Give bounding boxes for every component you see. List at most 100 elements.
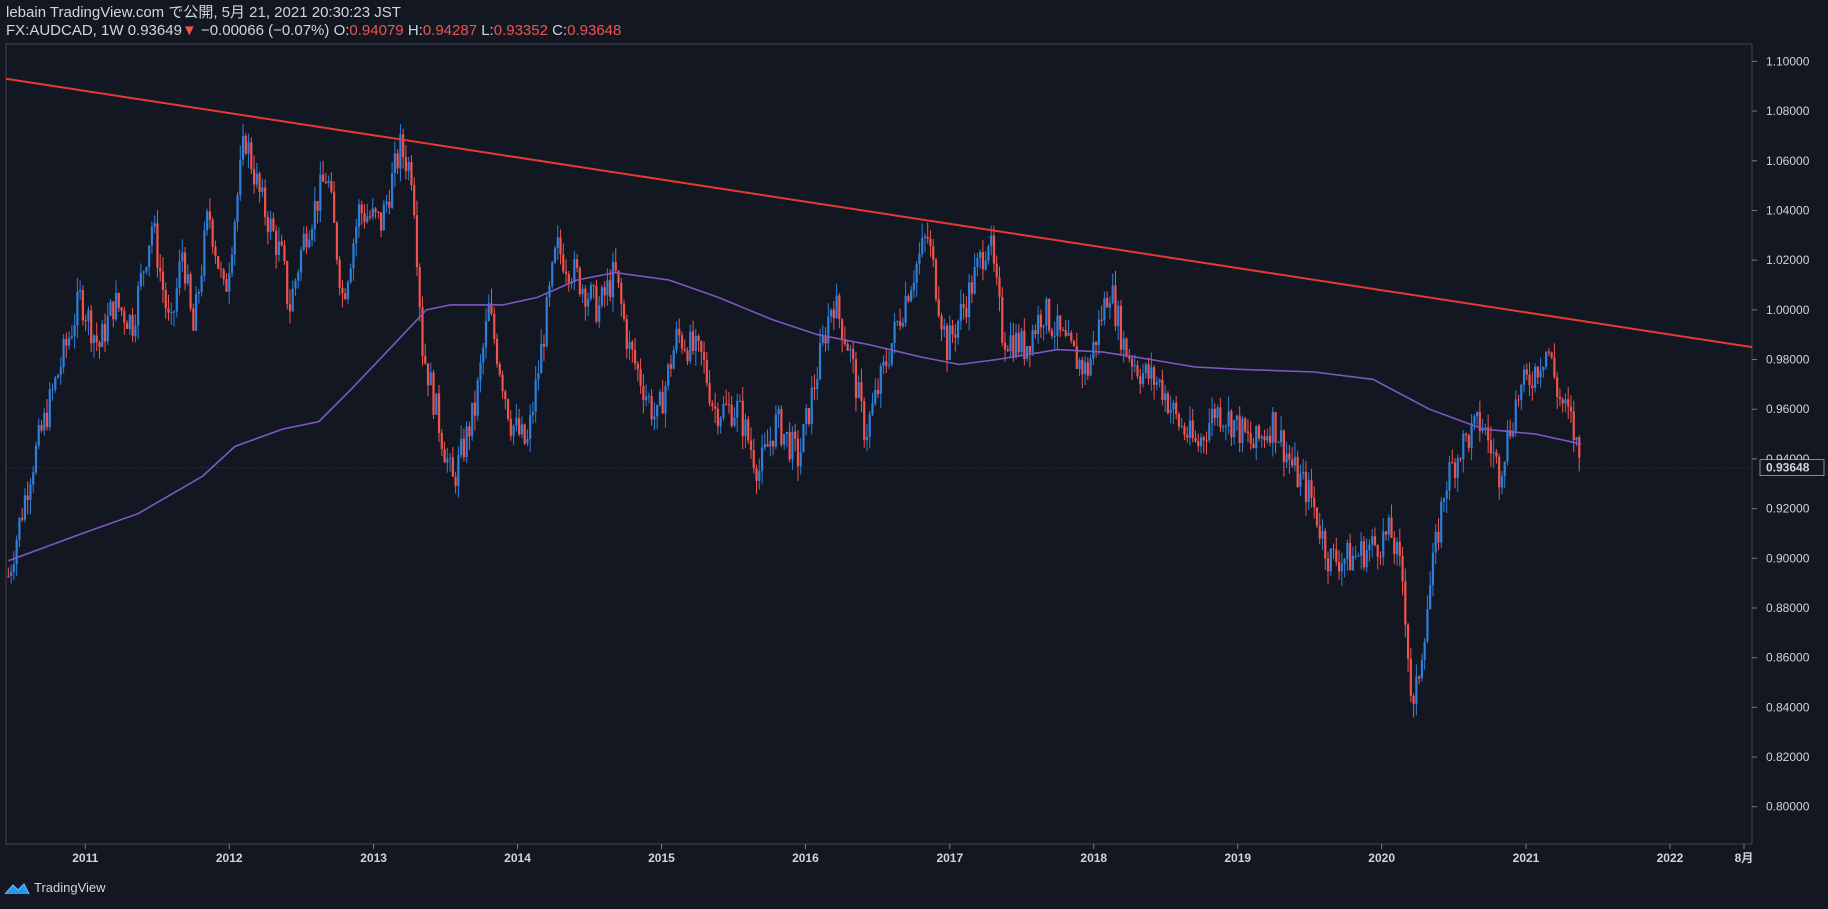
candle-body — [1006, 349, 1009, 352]
candle-body — [1561, 399, 1564, 404]
candle-body — [1558, 396, 1562, 400]
candle-body — [76, 291, 79, 326]
candle-body — [863, 401, 866, 441]
candle-body — [189, 274, 192, 309]
candle-body — [686, 350, 689, 362]
candle-body — [606, 280, 609, 296]
candle-body — [208, 211, 212, 220]
candle-body — [1395, 541, 1399, 555]
candle-body — [1464, 433, 1468, 436]
candle-body — [744, 419, 747, 437]
candle-body — [1266, 435, 1269, 441]
candle-body — [277, 241, 281, 255]
candle-body — [484, 321, 488, 348]
candle-body — [1039, 314, 1043, 328]
candle-body — [161, 271, 165, 290]
candle-body — [603, 287, 606, 296]
candle-body — [18, 518, 21, 540]
candle-body — [1498, 456, 1501, 488]
tradingview-footer[interactable]: TradingView — [4, 880, 106, 895]
candle-body — [600, 287, 604, 306]
candle-body — [186, 274, 189, 284]
candle-body — [170, 312, 173, 314]
candle-body — [1418, 676, 1421, 679]
candle-body — [1302, 471, 1305, 474]
candle-body — [664, 385, 667, 414]
candle-body — [1277, 442, 1280, 444]
candle-body — [1459, 458, 1462, 460]
candle-body — [595, 285, 598, 322]
candle-body — [976, 258, 979, 268]
candle-body — [435, 393, 438, 415]
candle-body — [95, 335, 98, 343]
candle-body — [1050, 330, 1054, 337]
candle-body — [1103, 297, 1106, 321]
candle-body — [1233, 420, 1236, 438]
candle-body — [658, 391, 662, 405]
candle-body — [1183, 426, 1186, 435]
candle-body — [32, 472, 35, 485]
candle-body — [1224, 426, 1227, 428]
candle-body — [84, 320, 87, 322]
candle-body — [973, 267, 976, 294]
candle-body — [760, 447, 764, 471]
candle-body — [1288, 453, 1291, 460]
candle-body — [683, 348, 686, 351]
candle-body — [564, 271, 568, 275]
candle-body — [164, 289, 167, 309]
candle-body — [153, 223, 156, 227]
price-chart[interactable]: 1.10000 1.08000 1.06000 1.04000 1.02000 1.000… — [0, 0, 1828, 909]
candle-body — [921, 237, 924, 254]
candle-body — [694, 335, 697, 352]
candle-body — [230, 254, 234, 274]
price-tick-label: 1.04000 — [1766, 203, 1810, 217]
candle-body — [330, 181, 333, 192]
candle-body — [1158, 379, 1161, 383]
candle-body — [1279, 430, 1283, 443]
candle-body — [592, 285, 595, 287]
candle-body — [562, 254, 565, 272]
candle-body — [523, 424, 526, 444]
candle-body — [92, 335, 96, 344]
candle-body — [352, 243, 355, 269]
candle-body — [1097, 319, 1100, 346]
candle-body — [534, 379, 537, 412]
candle-body — [123, 310, 126, 323]
candle-body — [344, 293, 347, 299]
candle-body — [912, 282, 916, 291]
candle-body — [1194, 437, 1197, 442]
candle-body — [876, 390, 880, 394]
candle-body — [40, 425, 43, 431]
candle-body — [319, 174, 322, 211]
candle-body — [294, 280, 297, 289]
candle-body — [426, 363, 430, 386]
candle-body — [443, 449, 446, 463]
candle-body — [702, 352, 706, 360]
candle-body — [1246, 431, 1250, 434]
candle-body — [678, 328, 681, 336]
candle-body — [691, 331, 695, 352]
candle-body — [794, 431, 797, 439]
candle-body — [1343, 559, 1346, 564]
candle-body — [829, 309, 833, 317]
candle-body — [200, 275, 203, 292]
candle-body — [150, 226, 154, 246]
candle-body — [1045, 299, 1048, 326]
candle-body — [1202, 437, 1205, 441]
candle-body — [1520, 384, 1523, 401]
candle-body — [1393, 537, 1396, 555]
price-tick-label: 1.02000 — [1766, 253, 1810, 267]
candle-body — [106, 315, 109, 342]
candle-body — [145, 267, 148, 272]
candle-body — [286, 261, 289, 305]
candle-body — [1522, 369, 1526, 385]
candle-body — [45, 412, 49, 428]
candle-body — [915, 263, 918, 283]
candle-body — [1517, 399, 1520, 401]
candle-body — [1070, 332, 1073, 341]
candle-body — [299, 250, 303, 273]
candle-body — [1114, 285, 1117, 327]
candle-body — [396, 153, 399, 169]
candle-body — [225, 279, 228, 292]
candle-body — [669, 364, 673, 369]
